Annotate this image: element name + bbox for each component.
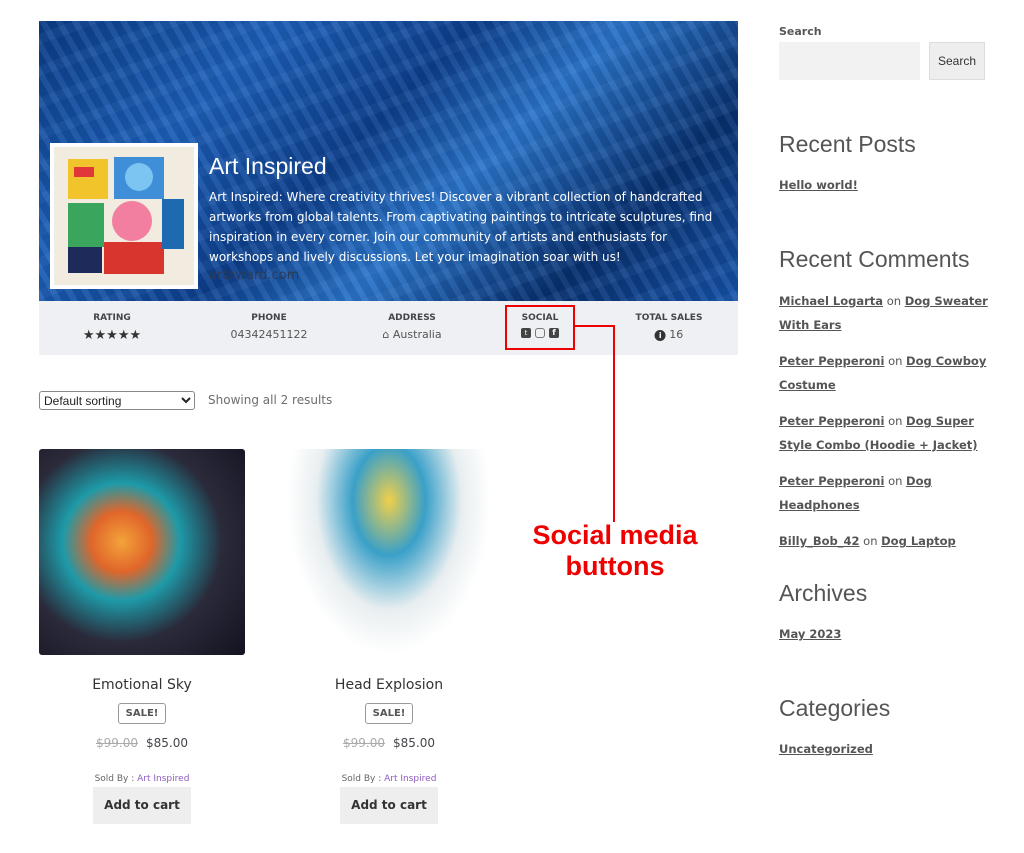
store-description: Art Inspired: Where creativity thrives! … bbox=[209, 190, 713, 264]
add-to-cart-button[interactable]: Add to cart bbox=[93, 787, 191, 824]
watermark: artaward.com bbox=[209, 268, 300, 283]
comments-list: Michael Logarta on Dog Sweater With Ears… bbox=[779, 289, 994, 565]
info-icon: i bbox=[654, 330, 666, 341]
address-info: ADDRESS ⌂ Australia bbox=[382, 313, 442, 341]
comment-item: Billy_Bob_42 on Dog Laptop bbox=[779, 534, 956, 548]
phone-info: PHONE 04342451122 bbox=[230, 313, 308, 341]
annotation-label: Social media buttons bbox=[532, 520, 698, 581]
post-link[interactable]: Hello world! bbox=[779, 178, 858, 192]
old-price: $99.00 bbox=[96, 736, 138, 750]
product-card: Emotional Sky SALE! $99.00 $85.00 Sold By… bbox=[39, 449, 245, 824]
product-image[interactable] bbox=[286, 449, 492, 655]
price: $85.00 bbox=[146, 736, 188, 750]
archive-link[interactable]: May 2023 bbox=[779, 627, 841, 641]
add-to-cart-button[interactable]: Add to cart bbox=[340, 787, 438, 824]
result-count: Showing all 2 results bbox=[208, 393, 333, 407]
rating-info: RATING ★★★★★ bbox=[82, 313, 142, 343]
vendor-link[interactable]: Art Inspired bbox=[384, 774, 436, 784]
comment-item: Peter Pepperoni on Dog Super Style Combo… bbox=[779, 414, 978, 452]
product-title[interactable]: Head Explosion bbox=[286, 677, 492, 693]
sale-badge: SALE! bbox=[364, 703, 414, 724]
store-banner: Art Inspired Art Inspired: Where creativ… bbox=[39, 21, 738, 301]
store-avatar bbox=[50, 143, 198, 289]
annotation-line bbox=[575, 325, 615, 327]
recent-comments-title: Recent Comments bbox=[779, 246, 970, 272]
product-card: Head Explosion SALE! $99.00 $85.00 Sold B… bbox=[286, 449, 492, 824]
search-label: Search bbox=[779, 25, 822, 38]
search-input[interactable] bbox=[779, 42, 920, 80]
vendor-link[interactable]: Art Inspired bbox=[137, 774, 189, 784]
category-link[interactable]: Uncategorized bbox=[779, 742, 873, 756]
annotation-highlight-box bbox=[505, 305, 575, 350]
home-icon: ⌂ bbox=[382, 328, 390, 341]
sale-badge: SALE! bbox=[117, 703, 167, 724]
price: $85.00 bbox=[393, 736, 435, 750]
sorting-select[interactable]: Default sorting bbox=[39, 391, 195, 410]
recent-posts-title: Recent Posts bbox=[779, 131, 916, 157]
store-name: Art Inspired bbox=[209, 153, 327, 179]
annotation-line bbox=[613, 325, 615, 522]
product-image[interactable] bbox=[39, 449, 245, 655]
comment-item: Michael Logarta on Dog Sweater With Ears bbox=[779, 294, 988, 332]
sales-info: TOTAL SALES i 16 bbox=[635, 313, 703, 341]
comment-item: Peter Pepperoni on Dog Cowboy Costume bbox=[779, 354, 987, 392]
store-info-bar: RATING ★★★★★ PHONE 04342451122 ADDRESS ⌂ Au… bbox=[39, 301, 738, 355]
categories-title: Categories bbox=[779, 695, 891, 721]
product-title[interactable]: Emotional Sky bbox=[39, 677, 245, 693]
old-price: $99.00 bbox=[343, 736, 385, 750]
search-button[interactable]: Search bbox=[929, 42, 985, 80]
rating-stars-icon: ★★★★★ bbox=[82, 328, 142, 343]
archives-title: Archives bbox=[779, 580, 868, 606]
comment-item: Peter Pepperoni on Dog Headphones bbox=[779, 474, 932, 512]
